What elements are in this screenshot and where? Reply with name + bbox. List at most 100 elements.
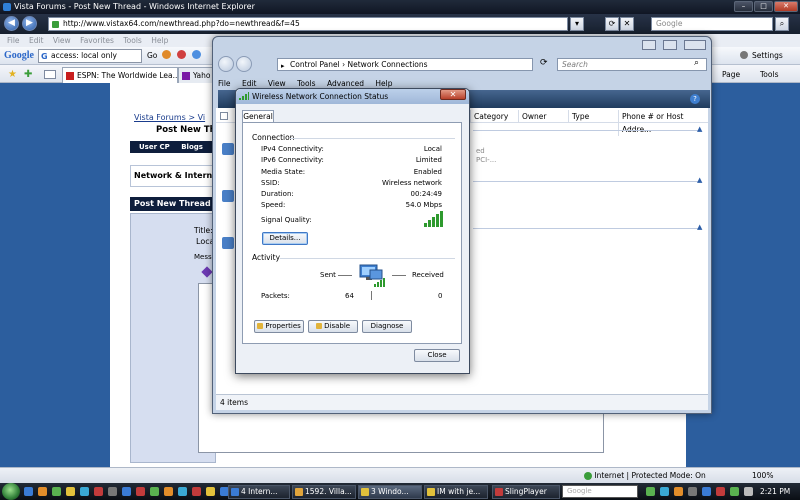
- cp-menu-file[interactable]: File: [218, 79, 231, 88]
- quicklaunch-icon[interactable]: [178, 487, 187, 496]
- cp-back-button[interactable]: [218, 56, 234, 72]
- address-dropdown-button[interactable]: ▾: [570, 17, 584, 31]
- toolbar-button-icon[interactable]: [162, 50, 171, 59]
- tray-volume-icon[interactable]: [744, 487, 753, 496]
- cp-search-icon[interactable]: ⌕: [694, 58, 699, 68]
- disable-button[interactable]: Disable: [308, 320, 358, 333]
- add-favorites-icon[interactable]: ✚: [24, 69, 32, 80]
- taskbar-google-search[interactable]: Google: [562, 485, 638, 498]
- details-button[interactable]: Details...: [262, 232, 308, 245]
- tray-icon[interactable]: [688, 487, 697, 496]
- google-settings-button[interactable]: Settings: [752, 51, 783, 60]
- menu-edit[interactable]: Edit: [29, 36, 44, 45]
- column-category[interactable]: Category: [470, 110, 508, 123]
- close-window-button[interactable]: ✕: [774, 1, 798, 12]
- taskbar-slingplayer[interactable]: SlingPlayer: [492, 485, 560, 499]
- favorites-star-icon[interactable]: ★: [8, 69, 17, 80]
- google-toolbar-search-input[interactable]: G access: local only: [38, 49, 142, 63]
- forum-breadcrumb[interactable]: Vista Forums > Vi: [134, 113, 205, 122]
- toolbar-button-icon-2[interactable]: [177, 50, 186, 59]
- quick-tabs-icon[interactable]: [44, 70, 56, 79]
- forward-button[interactable]: ▶: [22, 16, 37, 31]
- select-all-checkbox[interactable]: [220, 112, 228, 120]
- properties-button[interactable]: Properties: [254, 320, 304, 333]
- column-phone-host[interactable]: Phone # or Host Addre...: [618, 110, 708, 136]
- ie-search-input[interactable]: Google: [651, 17, 773, 31]
- quicklaunch-icon[interactable]: [150, 487, 159, 496]
- quicklaunch-icon[interactable]: [66, 487, 75, 496]
- cp-address-bar[interactable]: ▸ Control Panel › Network Connections: [277, 58, 533, 71]
- breadcrumb-control-panel[interactable]: Control Panel: [290, 60, 340, 69]
- collapse-group-icon[interactable]: ▲: [697, 176, 702, 184]
- back-button[interactable]: ◀: [4, 16, 19, 31]
- cp-menu-advanced[interactable]: Advanced: [327, 79, 364, 88]
- taskbar-im[interactable]: IM with je...: [424, 485, 488, 499]
- close-button[interactable]: Close: [414, 349, 460, 362]
- tray-icon[interactable]: [716, 487, 725, 496]
- quicklaunch-icon[interactable]: [108, 487, 117, 496]
- collapse-group-icon[interactable]: ▲: [697, 125, 702, 133]
- menu-tools[interactable]: Tools: [123, 36, 141, 45]
- menu-favorites[interactable]: Favorites: [80, 36, 114, 45]
- tray-network-icon[interactable]: [730, 487, 739, 496]
- menu-view[interactable]: View: [53, 36, 71, 45]
- quicklaunch-icon[interactable]: [38, 487, 47, 496]
- stop-button[interactable]: ✕: [620, 17, 634, 31]
- tray-icon[interactable]: [646, 487, 655, 496]
- tab-yahoo[interactable]: Yaho: [178, 67, 214, 83]
- forum-nav-blogs[interactable]: Blogs: [181, 143, 203, 151]
- cp-menu-help[interactable]: Help: [375, 79, 392, 88]
- refresh-button[interactable]: ⟳: [605, 17, 619, 31]
- quicklaunch-icon[interactable]: [94, 487, 103, 496]
- forum-nav-usercp[interactable]: User CP: [139, 143, 170, 151]
- tab-espn[interactable]: ESPN: The Worldwide Lea...: [62, 67, 178, 83]
- toolbar-button-icon-3[interactable]: [192, 50, 201, 59]
- tray-icon[interactable]: [660, 487, 669, 496]
- tools-menu-button[interactable]: Tools: [760, 70, 778, 79]
- collapse-group-icon[interactable]: ▲: [697, 223, 702, 231]
- google-go-button[interactable]: Go: [147, 51, 157, 60]
- cp-search-input[interactable]: Search: [557, 58, 707, 71]
- quicklaunch-icon[interactable]: [122, 487, 131, 496]
- tray-icon[interactable]: [674, 487, 683, 496]
- cp-maximize-button[interactable]: [663, 40, 677, 50]
- quicklaunch-icon[interactable]: [80, 487, 89, 496]
- diagnose-button[interactable]: Diagnose: [362, 320, 412, 333]
- cp-menu-view[interactable]: View: [268, 79, 286, 88]
- network-adapter-icon[interactable]: [222, 143, 234, 155]
- start-button[interactable]: [2, 483, 20, 500]
- dialog-close-icon[interactable]: ✕: [440, 89, 466, 100]
- quicklaunch-icon[interactable]: [24, 487, 33, 496]
- minimize-button[interactable]: –: [734, 1, 753, 12]
- network-adapter-icon[interactable]: [222, 190, 234, 202]
- taskbar-villa[interactable]: 1592. Villa...: [292, 485, 356, 499]
- tray-icon[interactable]: [702, 487, 711, 496]
- zoom-level[interactable]: 100%: [752, 468, 773, 483]
- cp-menu-tools[interactable]: Tools: [297, 79, 315, 88]
- cp-minimize-button[interactable]: [642, 40, 656, 50]
- cp-close-button[interactable]: [684, 40, 706, 50]
- menu-help[interactable]: Help: [151, 36, 168, 45]
- taskbar-ie-group[interactable]: 4 Intern...: [228, 485, 290, 499]
- maximize-button[interactable]: □: [754, 1, 773, 12]
- cp-forward-button[interactable]: [236, 56, 252, 72]
- address-bar[interactable]: http://www.vistax64.com/newthread.php?do…: [48, 17, 568, 31]
- ipv6-label: IPv6 Connectivity:: [261, 156, 324, 164]
- column-type[interactable]: Type: [568, 110, 589, 123]
- quicklaunch-icon[interactable]: [164, 487, 173, 496]
- network-adapter-icon[interactable]: [222, 237, 234, 249]
- search-icon[interactable]: ⌕: [775, 17, 789, 31]
- page-menu-button[interactable]: Page: [722, 70, 740, 79]
- taskbar-windows-group[interactable]: 3 Windo...: [358, 485, 422, 499]
- quicklaunch-icon[interactable]: [52, 487, 61, 496]
- cp-menu-edit[interactable]: Edit: [242, 79, 257, 88]
- column-owner[interactable]: Owner: [518, 110, 547, 123]
- quicklaunch-icon[interactable]: [206, 487, 215, 496]
- quicklaunch-icon[interactable]: [136, 487, 145, 496]
- quicklaunch-icon[interactable]: [192, 487, 201, 496]
- menu-file[interactable]: File: [7, 36, 20, 45]
- cp-refresh-icon[interactable]: ⟳: [540, 58, 548, 68]
- breadcrumb-network-connections[interactable]: Network Connections: [348, 60, 428, 69]
- help-icon[interactable]: ?: [690, 94, 700, 104]
- taskbar-clock[interactable]: 2:21 PM: [760, 485, 790, 498]
